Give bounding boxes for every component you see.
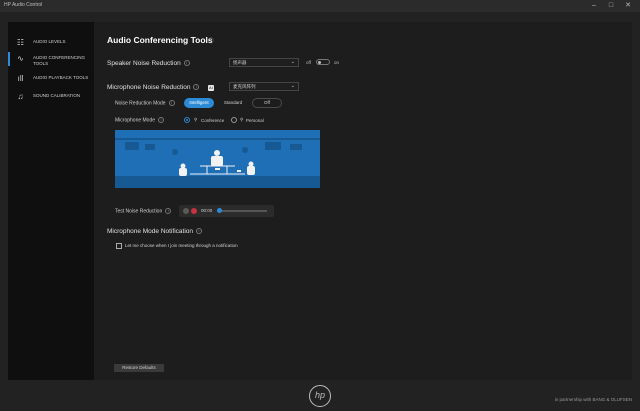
- conference-scene-image: [115, 130, 320, 188]
- mode-standard-button[interactable]: Standard: [219, 98, 247, 108]
- sidebar-item-label: AUDIO CONFERENCING TOOLS: [33, 55, 86, 66]
- info-icon[interactable]: i: [183, 60, 190, 67]
- hp-logo: hp: [309, 385, 331, 407]
- maximize-button[interactable]: □: [604, 1, 618, 11]
- personal-radio[interactable]: [231, 117, 237, 123]
- toggle-knob: [318, 60, 321, 64]
- mode-intelligent-button[interactable]: Intelligent: [184, 98, 214, 108]
- microphone-device-value: 麦克风阵列: [233, 84, 256, 89]
- notification-checkbox-label: Let me choose when I join meeting throug…: [125, 243, 238, 248]
- speaker-noise-reduction-label: Speaker Noise Reduction i: [107, 60, 190, 67]
- microphone-mode-notification-label: Microphone Mode Notification i: [107, 228, 202, 235]
- app-frame: ☷ AUDIO LEVELS ∿ AUDIO CONFERENCING TOOL…: [8, 22, 632, 380]
- bars-icon: ıll: [17, 74, 24, 83]
- sidebar: ☷ AUDIO LEVELS ∿ AUDIO CONFERENCING TOOL…: [8, 22, 94, 380]
- microphone-mode-text: Microphone Mode: [115, 117, 156, 124]
- toggle-on-label: on: [334, 60, 340, 65]
- info-icon[interactable]: i: [158, 117, 165, 123]
- microphone-mode-notification-text: Microphone Mode Notification: [107, 228, 193, 235]
- sidebar-item-label: AUDIO PLAYBACK TOOLS: [33, 75, 89, 80]
- microphone-device-select[interactable]: 麦克风阵列 ⌄: [229, 82, 299, 91]
- chevron-down-icon: ⌄: [290, 83, 295, 89]
- info-icon[interactable]: i: [165, 208, 172, 214]
- notification-checkbox[interactable]: [116, 243, 122, 249]
- test-noise-reduction-control: 00:00: [179, 205, 274, 217]
- playback-slider-handle[interactable]: [217, 208, 222, 213]
- conference-icon: ⚲: [194, 117, 198, 122]
- chevron-down-icon: ⌄: [290, 59, 295, 65]
- toggle-off-label: off: [306, 60, 311, 65]
- noise-reduction-mode-label: Noise Reduction Mode i: [115, 100, 175, 106]
- info-icon[interactable]: ⓘ: [208, 36, 214, 45]
- test-noise-reduction-text: Test Noise Reduction: [115, 208, 163, 215]
- page-title: Audio Conferencing Tools: [107, 35, 213, 45]
- conference-radio-label: Conference: [201, 118, 225, 123]
- record-icon[interactable]: [191, 208, 197, 214]
- microphone-mode-label: Microphone Mode i: [115, 117, 165, 124]
- recording-time: 00:00: [201, 208, 213, 213]
- speaker-noise-reduction-text: Speaker Noise Reduction: [107, 60, 181, 67]
- sidebar-item-audio-conferencing-tools[interactable]: ∿ AUDIO CONFERENCING TOOLS: [8, 52, 94, 72]
- main-panel: Audio Conferencing Tools ⓘ Speaker Noise…: [94, 22, 632, 380]
- sidebar-item-audio-playback-tools[interactable]: ıll AUDIO PLAYBACK TOOLS: [8, 74, 94, 92]
- test-noise-reduction-label: Test Noise Reduction i: [115, 208, 172, 215]
- mode-off-button[interactable]: Off: [252, 98, 282, 108]
- microphone-noise-reduction-label: Microphone Noise Reduction i: [107, 84, 200, 91]
- ai-badge: AI: [208, 85, 214, 91]
- play-icon[interactable]: [183, 208, 189, 214]
- active-indicator: [8, 52, 10, 66]
- personal-icon: ⚲: [240, 117, 244, 122]
- close-button[interactable]: ✕: [621, 1, 635, 11]
- title-bar: HP Audio Control – □ ✕: [0, 0, 640, 12]
- noise-reduction-mode-text: Noise Reduction Mode: [115, 100, 166, 107]
- music-note-icon: ♫: [17, 92, 24, 101]
- speaker-noise-reduction-toggle[interactable]: [316, 59, 330, 65]
- sliders-icon: ☷: [16, 38, 25, 47]
- speaker-device-value: 扬声器: [233, 60, 247, 65]
- bang-olufsen-brand: in partnership with BANG & OLUFSEN: [554, 397, 632, 402]
- waveform-icon: ∿: [17, 54, 24, 63]
- minimize-button[interactable]: –: [587, 1, 601, 11]
- sidebar-item-label: AUDIO LEVELS: [33, 39, 66, 44]
- playback-slider-track[interactable]: [217, 210, 267, 212]
- personal-radio-label: Personal: [246, 118, 264, 123]
- restore-defaults-button[interactable]: Restore Defaults: [114, 364, 164, 372]
- info-icon[interactable]: i: [168, 100, 175, 106]
- sidebar-item-label: SOUND CALIBRATION: [33, 93, 81, 98]
- conference-illustration: [115, 130, 320, 188]
- info-icon[interactable]: i: [196, 228, 202, 235]
- speaker-device-select[interactable]: 扬声器 ⌄: [229, 58, 299, 67]
- sidebar-item-sound-calibration[interactable]: ♫ SOUND CALIBRATION: [8, 92, 94, 110]
- info-icon[interactable]: i: [193, 84, 200, 91]
- window-title: HP Audio Control: [4, 2, 43, 8]
- conference-radio[interactable]: [184, 117, 190, 123]
- microphone-noise-reduction-text: Microphone Noise Reduction: [107, 84, 191, 91]
